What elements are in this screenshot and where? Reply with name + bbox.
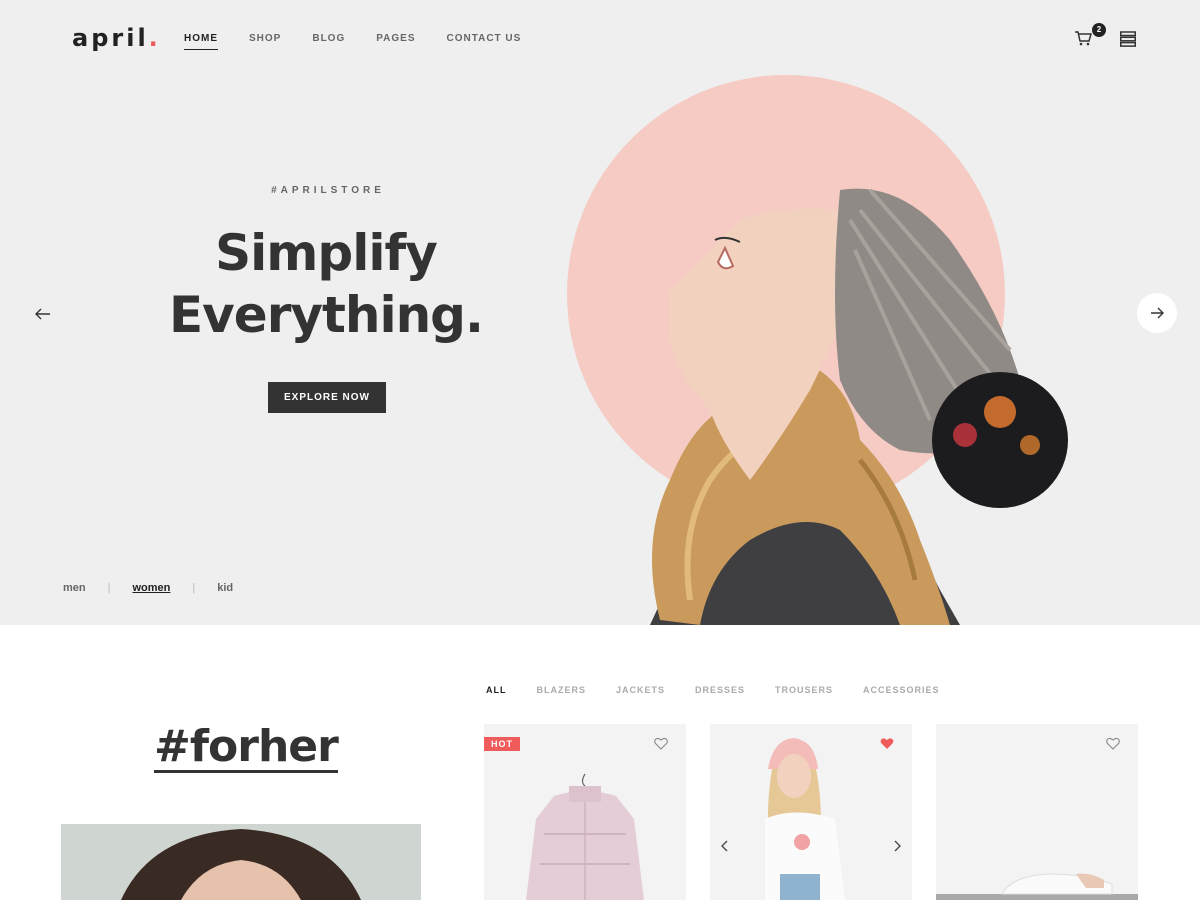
next-slide-button[interactable] [1137, 293, 1177, 333]
hero-headline-line2: Everything. [169, 286, 484, 344]
hero-headline-line1: Simplify [215, 224, 438, 282]
heart-filled-icon[interactable] [880, 737, 894, 750]
nav-item-home[interactable]: HOME [184, 33, 218, 50]
heart-outline-icon[interactable] [1106, 737, 1120, 750]
brand-name: april [72, 24, 149, 52]
nav-item-shop[interactable]: SHOP [249, 33, 281, 50]
product-card[interactable] [936, 724, 1138, 900]
gender-tabs: men | women | kid [63, 582, 233, 594]
gender-tab-kid[interactable]: kid [217, 582, 233, 594]
filter-tab-trousers[interactable]: TROUSERS [775, 685, 833, 695]
nav-item-blog[interactable]: BLOG [312, 33, 345, 50]
brand-dot: . [148, 24, 161, 52]
gender-separator: | [107, 582, 111, 594]
stacked-menu-icon[interactable] [1120, 31, 1136, 47]
chevron-left-icon[interactable] [720, 840, 730, 852]
hero-hashtag: #APRILSTORE [271, 185, 385, 196]
nav-item-contact-us[interactable]: CONTACT US [447, 33, 522, 50]
collection-model-image [61, 824, 421, 900]
gender-tab-women[interactable]: women [132, 582, 170, 594]
hero-slider: april. HOME SHOP BLOG PAGES CONTACT US 2… [0, 0, 1200, 625]
filter-tab-blazers[interactable]: BLAZERS [537, 685, 587, 695]
product-card[interactable] [710, 724, 912, 900]
brand-logo[interactable]: april. [72, 24, 161, 52]
hero-headline: Simplify Everything. [140, 222, 512, 346]
girl-in-pink-cap-image [765, 738, 845, 900]
filter-tab-all[interactable]: ALL [486, 685, 507, 695]
chevron-right-icon[interactable] [892, 840, 902, 852]
filter-tab-jackets[interactable]: JACKETS [616, 685, 665, 695]
filter-tab-accessories[interactable]: ACCESSORIES [863, 685, 940, 695]
main-nav: HOME SHOP BLOG PAGES CONTACT US [184, 33, 552, 50]
gender-separator: | [192, 582, 196, 594]
collection-photo [61, 824, 421, 900]
arrow-right-icon [1151, 307, 1164, 319]
product-card[interactable]: HOT [484, 724, 686, 900]
white-sneakers-image [936, 873, 1138, 900]
explore-now-button[interactable]: EXPLORE NOW [268, 382, 386, 413]
product-filter-tabs: ALL BLAZERS JACKETS DRESSES TROUSERS ACC… [486, 685, 970, 695]
filter-tab-dresses[interactable]: DRESSES [695, 685, 745, 695]
collection-title[interactable]: #forher [154, 724, 339, 773]
arrow-left-icon[interactable] [32, 303, 54, 325]
heart-outline-icon[interactable] [654, 737, 668, 750]
cart-icon[interactable] [1074, 30, 1092, 46]
gender-tab-men[interactable]: men [63, 582, 86, 594]
hero-model-image [650, 188, 1068, 625]
cart-count-badge: 2 [1092, 23, 1106, 37]
nav-item-pages[interactable]: PAGES [376, 33, 415, 50]
hot-badge: HOT [484, 737, 520, 751]
